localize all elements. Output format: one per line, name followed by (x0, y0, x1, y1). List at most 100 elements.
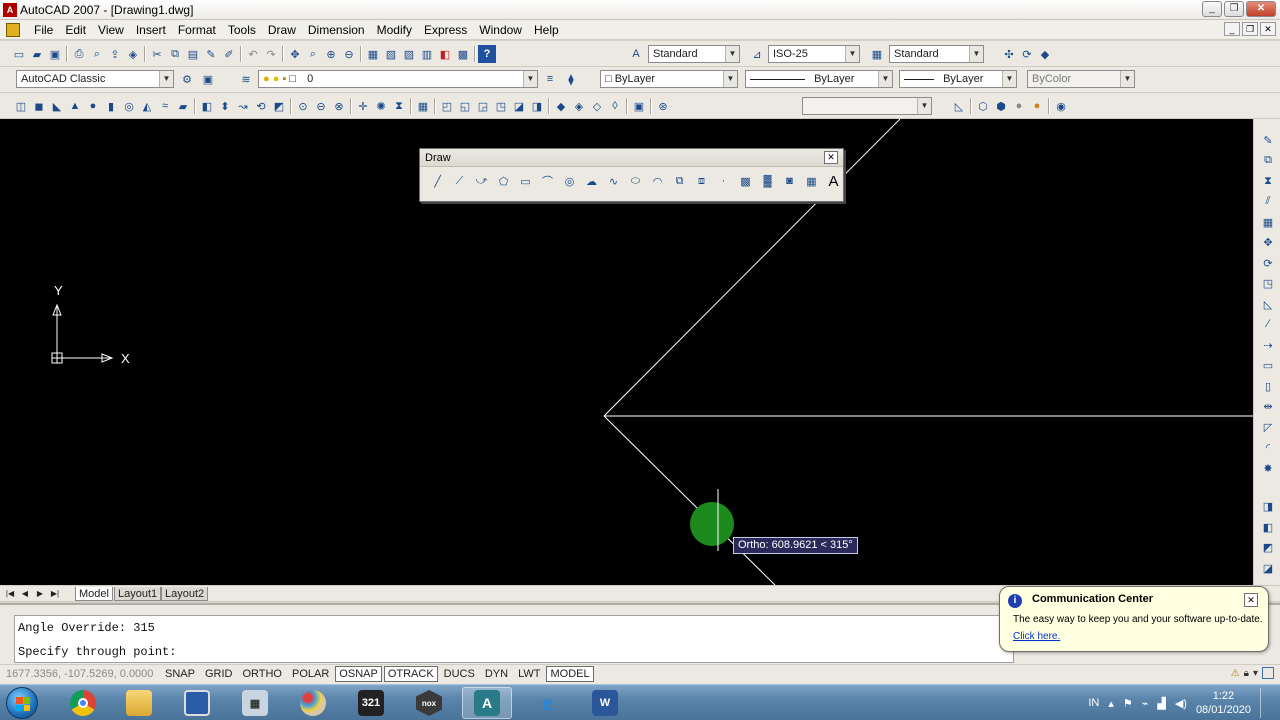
revision-cloud-icon[interactable]: ☁ (582, 172, 601, 190)
interference-icon[interactable]: ◨ (528, 97, 546, 115)
shaded-icon[interactable]: ◈ (570, 97, 588, 115)
minimize-button[interactable]: _ (1202, 1, 1222, 17)
ellipse-arc-icon[interactable]: ◠ (648, 172, 667, 190)
3d-align-icon[interactable]: ⧗ (390, 97, 408, 115)
chevron-down-icon[interactable]: ▼ (523, 71, 537, 87)
status-dyn-button[interactable]: DYN (481, 666, 512, 682)
chamfer-icon[interactable]: ◸ (1259, 418, 1277, 436)
box-icon[interactable]: ◼ (30, 97, 48, 115)
convert-to-solid-icon[interactable]: ◳ (492, 97, 510, 115)
loft-icon[interactable]: ◩ (270, 97, 288, 115)
rotate-icon[interactable]: ⟳ (1259, 254, 1277, 272)
insert-block-icon[interactable]: ⧉ (670, 172, 689, 190)
orbit-icon[interactable]: ✣ (1000, 45, 1018, 63)
make-object-layer-current-icon[interactable]: ≡ (541, 70, 559, 88)
render-icon[interactable]: ◆ (1036, 45, 1054, 63)
render-combo[interactable]: ▼ (802, 97, 932, 115)
line-icon[interactable]: ╱ (428, 172, 447, 190)
status-menu-icon[interactable]: ▾ (1253, 668, 1258, 679)
previous-tab-icon[interactable]: ◀ (18, 587, 32, 600)
planar-surface-icon[interactable]: ▰ (174, 97, 192, 115)
erase-icon[interactable]: ✎ (1259, 131, 1277, 149)
gradient-icon[interactable]: ▓ (758, 172, 777, 190)
realistic-sphere-icon[interactable]: ● (1010, 97, 1028, 115)
zoom-previous-icon[interactable]: ⊖ (340, 45, 358, 63)
polygon-icon[interactable]: ⬠ (494, 172, 513, 190)
3d-array-icon[interactable]: ▦ (414, 97, 432, 115)
menu-window[interactable]: Window (473, 23, 528, 37)
polyline-icon[interactable]: ⤻ (472, 172, 491, 190)
point-icon[interactable]: · (714, 172, 733, 190)
internet-explorer-icon[interactable]: e (522, 687, 572, 719)
chevron-down-icon[interactable]: ▼ (917, 98, 931, 114)
menu-modify[interactable]: Modify (371, 23, 418, 37)
slice-icon[interactable]: ◰ (438, 97, 456, 115)
menu-express[interactable]: Express (418, 23, 473, 37)
status-model-button[interactable]: MODEL (546, 666, 594, 682)
status-ortho-button[interactable]: ORTHO (238, 666, 286, 682)
status-snap-button[interactable]: SNAP (161, 666, 199, 682)
multiline-text-icon[interactable]: A (824, 172, 843, 190)
autocad-icon[interactable]: A (3, 3, 17, 17)
lock-icon[interactable]: 🔒︎ (1244, 668, 1249, 679)
plotstyle-combo[interactable]: ByColor ▼ (1027, 70, 1135, 88)
3d-rotate-icon[interactable]: ✺ (372, 97, 390, 115)
3d-dwf-icon[interactable]: ◈ (124, 45, 142, 63)
polysolid-icon[interactable]: ◫ (12, 97, 30, 115)
command-history[interactable]: Angle Override: 315 Specify through poin… (14, 615, 1014, 663)
chevron-down-icon[interactable]: ▼ (725, 46, 739, 62)
status-otrack-button[interactable]: OTRACK (383, 666, 438, 682)
doc-minimize-button[interactable]: _ (1224, 22, 1240, 36)
chrome-icon[interactable] (58, 687, 108, 719)
tab-model[interactable]: Model (75, 587, 113, 601)
workspace-save-icon[interactable]: ▣ (199, 70, 217, 88)
open-icon[interactable]: ▰ (28, 45, 46, 63)
visual-style-icon[interactable]: ◆ (552, 97, 570, 115)
balloon-link[interactable]: Click here. (1013, 631, 1060, 642)
first-tab-icon[interactable]: |◀ (3, 587, 17, 600)
text-style-combo[interactable]: Standard ▼ (648, 45, 740, 63)
remote-desktop-icon[interactable] (172, 687, 222, 719)
table-style-combo[interactable]: Standard ▼ (889, 45, 984, 63)
layer-combo[interactable]: ● ● ▪ □ 0 ▼ (258, 70, 538, 88)
extend-icon[interactable]: ⇢ (1259, 336, 1277, 354)
video-editor-icon[interactable]: 321 (346, 687, 396, 719)
show-hidden-icons-icon[interactable]: ▴ (1108, 697, 1114, 710)
offset-icon[interactable]: ⫽ (1259, 192, 1277, 210)
convert-to-surface-icon[interactable]: ◪ (510, 97, 528, 115)
cylinder-icon[interactable]: ▮ (102, 97, 120, 115)
draw-toolbar-panel[interactable]: Draw ✕ ╱ ⟋ ⤻ ⬠ ▭ ⌒ ◎ ☁ ∿ ⬭ ◠ ⧉ ⧈ · ▩ ▓ ◙… (419, 148, 844, 202)
clean-screen-icon[interactable] (1262, 667, 1274, 679)
publish-icon[interactable]: ⇪ (106, 45, 124, 63)
action-center-flag-icon[interactable]: ⚑ (1123, 697, 1133, 710)
clock[interactable]: 1:22 08/01/2020 (1196, 689, 1251, 717)
sphere-icon[interactable]: ● (84, 97, 102, 115)
menu-format[interactable]: Format (172, 23, 222, 37)
intersect-icon[interactable]: ⊗ (330, 97, 348, 115)
subtract-icon[interactable]: ⊖ (312, 97, 330, 115)
named-view-icon[interactable]: ⊛ (654, 97, 672, 115)
dim-style-combo[interactable]: ISO-25 ▼ (768, 45, 860, 63)
wedge-icon[interactable]: ◣ (48, 97, 66, 115)
menu-edit[interactable]: Edit (59, 23, 92, 37)
array-icon[interactable]: ▦ (1259, 213, 1277, 231)
ellipse-icon[interactable]: ⬭ (626, 172, 645, 190)
send-under-icon[interactable]: ◪ (1259, 559, 1277, 577)
redo-icon[interactable]: ↷ (262, 45, 280, 63)
markup-icon[interactable]: ◧ (436, 45, 454, 63)
status-osnap-button[interactable]: OSNAP (335, 666, 382, 682)
match-properties-icon[interactable]: ✎ (202, 45, 220, 63)
chevron-down-icon[interactable]: ▼ (878, 71, 892, 87)
tool-palettes-icon[interactable]: ▨ (400, 45, 418, 63)
scale-icon[interactable]: ◳ (1259, 274, 1277, 292)
document-menu-icon[interactable] (6, 23, 20, 37)
dim-style-icon[interactable]: ⊿ (748, 45, 766, 63)
plot-icon[interactable]: ⎙ (70, 45, 88, 63)
camera-icon[interactable]: ▣ (630, 97, 648, 115)
new-icon[interactable]: ▭ (10, 45, 28, 63)
extrude-icon[interactable]: ◧ (198, 97, 216, 115)
section-plane-icon[interactable]: ◱ (456, 97, 474, 115)
save-icon[interactable]: ▣ (46, 45, 64, 63)
explode-icon[interactable]: ✸ (1259, 459, 1277, 477)
copy-object-icon[interactable]: ⧉ (1259, 151, 1277, 169)
